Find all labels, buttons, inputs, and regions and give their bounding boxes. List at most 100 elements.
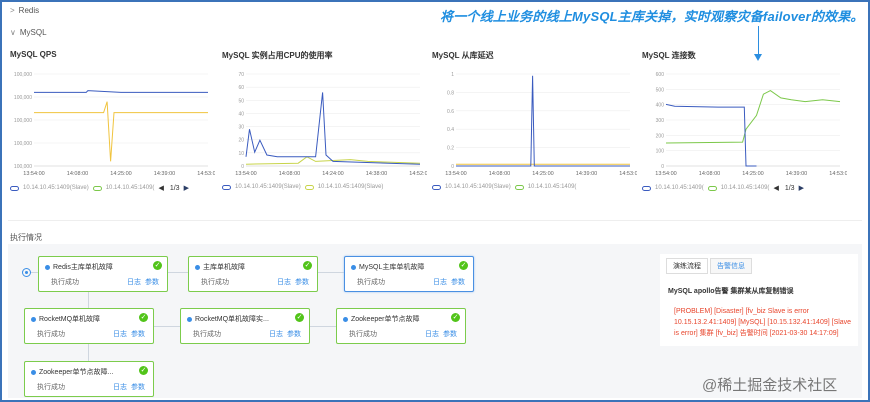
chevron-right-icon: > xyxy=(10,6,15,15)
chart-title: MySQL 实例占用CPU的使用率 xyxy=(222,51,333,60)
prev-page-icon[interactable]: ◀ xyxy=(773,184,778,192)
tab-drill-flow[interactable]: 演练流程 xyxy=(666,258,708,274)
node-title: RocketMQ单机故障实... xyxy=(187,314,269,324)
y-tick-label: 200 xyxy=(656,133,665,139)
tab-alert-info[interactable]: 告警信息 xyxy=(710,258,752,274)
legend-item[interactable]: 10.14.10.45:1409( xyxy=(721,185,770,191)
node-status: 执行成功 xyxy=(37,331,65,338)
node-param-link[interactable]: 参数 xyxy=(443,329,457,339)
node-title: Zookeeper单节点故障... xyxy=(31,367,113,377)
x-tick-label: 14:38:00 xyxy=(366,171,387,177)
legend-pager: 1/3 xyxy=(169,184,180,192)
chart-conn-plot: 600 500 400 300 200 100 013:54:00 14:08:00 14:25… xyxy=(655,72,847,177)
flow-node-zookeeper[interactable]: Zookeeper单节点故障 ✓ 执行成功 日志 参数 xyxy=(336,308,466,344)
chart-legend: 10.14.10.45:1409(Slave) 10.14.10.45:1409… xyxy=(222,184,383,190)
node-status: 执行成功 xyxy=(349,331,377,338)
x-tick-label: 14:53:00 xyxy=(197,171,215,177)
y-tick-label: 0 xyxy=(451,164,454,170)
redis-section-header[interactable]: > Redis xyxy=(10,6,39,15)
y-tick-label: 0.8 xyxy=(447,90,454,96)
legend-marker xyxy=(707,185,717,191)
node-param-link[interactable]: 参数 xyxy=(295,277,309,287)
node-log-link[interactable]: 日志 xyxy=(433,277,447,287)
node-name: Redis主库单机故障 xyxy=(53,264,113,271)
chart-qps-plot: 100,000100,000100,000100,000100,00013:54… xyxy=(14,72,215,177)
flow-node-zookeeper-2[interactable]: Zookeeper单节点故障... ✓ 执行成功 日志 参数 xyxy=(24,361,154,397)
node-log-link[interactable]: 日志 xyxy=(127,277,141,287)
legend-marker xyxy=(222,184,231,190)
node-dot-icon xyxy=(45,264,50,270)
y-tick-label: 1 xyxy=(451,72,454,78)
check-circle-icon: ✓ xyxy=(153,261,162,270)
x-tick-label: 13:54:00 xyxy=(655,171,676,177)
flow-node-primary[interactable]: 主库单机故障 ✓ 执行成功 日志 参数 xyxy=(188,256,318,292)
node-name: RocketMQ单机故障实... xyxy=(195,316,269,323)
x-tick-label: 14:52:00 xyxy=(409,171,427,177)
legend-marker xyxy=(304,184,314,190)
flow-connector xyxy=(88,343,89,361)
legend-item[interactable]: 10.14.10.45:1409(Slave) xyxy=(318,184,384,190)
node-param-link[interactable]: 参数 xyxy=(451,277,465,287)
chart-legend: 10.14.10.45:1409(Slave) 10.14.10.45:1409… xyxy=(10,184,189,192)
next-page-icon[interactable]: ▶ xyxy=(799,184,804,192)
annotation-text: 将一个线上业务的线上MySQL主库关掉，实时观察灾备failover的效果。 xyxy=(440,9,864,24)
flow-node-mysql[interactable]: MySQL主库单机故障 ✓ 执行成功 日志 参数 xyxy=(344,256,474,292)
node-param-link[interactable]: 参数 xyxy=(145,277,159,287)
legend-marker xyxy=(92,185,102,191)
legend-marker xyxy=(642,185,651,191)
node-title: Zookeeper单节点故障 xyxy=(343,314,419,324)
check-circle-icon: ✓ xyxy=(451,313,460,322)
x-tick-label: 14:25:00 xyxy=(532,171,553,177)
node-title: MySQL主库单机故障 xyxy=(351,262,424,272)
flow-node-rocketmq-2[interactable]: RocketMQ单机故障实... ✓ 执行成功 日志 参数 xyxy=(180,308,310,344)
node-name: RocketMQ单机故障 xyxy=(39,316,101,323)
mysql-section-label: MySQL xyxy=(19,28,47,37)
node-status: 执行成功 xyxy=(37,384,65,391)
legend-item[interactable]: 10.14.10.45:1409(Slave) xyxy=(23,185,89,191)
flow-node-redis[interactable]: Redis主库单机故障 ✓ 执行成功 日志 参数 xyxy=(38,256,168,292)
node-status: 执行成功 xyxy=(357,279,385,286)
node-log-link[interactable]: 日志 xyxy=(277,277,291,287)
alert-message: [PROBLEM] [Disaster] [fv_biz Slave is er… xyxy=(674,308,852,337)
chart-legend: 10.14.10.45:1409( 10.14.10.45:1409( ◀ 1/… xyxy=(642,184,804,192)
y-tick-label: 100,000 xyxy=(14,141,32,147)
chart-title: MySQL 从库延迟 xyxy=(432,51,494,60)
legend-item[interactable]: 10.14.10.45:1409(Slave) xyxy=(235,184,301,190)
node-param-link[interactable]: 参数 xyxy=(287,329,301,339)
y-tick-label: 600 xyxy=(656,72,665,78)
legend-item[interactable]: 10.14.10.45:1409( xyxy=(106,185,155,191)
x-tick-label: 14:25:00 xyxy=(742,171,763,177)
redis-section-label: Redis xyxy=(18,6,40,15)
legend-item[interactable]: 10.14.10.45:1409(Slave) xyxy=(445,184,511,190)
y-tick-label: 0.4 xyxy=(447,127,454,133)
x-tick-label: 14:53:00 xyxy=(619,171,637,177)
y-tick-label: 10 xyxy=(238,151,244,157)
check-circle-icon: ✓ xyxy=(459,261,468,270)
node-name: Zookeeper单节点故障... xyxy=(39,369,114,376)
chart-cpu-plot: 70 60 50 40 30 20 10 013:54:00 14:08:00 14:24:00 1… xyxy=(235,72,427,177)
y-tick-label: 70 xyxy=(238,72,244,78)
mysql-section-header[interactable]: ∨ MySQL xyxy=(10,28,47,37)
node-log-link[interactable]: 日志 xyxy=(425,329,439,339)
legend-item[interactable]: 10.14.10.45:1409( xyxy=(655,185,704,191)
series-line xyxy=(456,75,630,167)
node-log-link[interactable]: 日志 xyxy=(113,329,127,339)
prev-page-icon[interactable]: ◀ xyxy=(158,184,163,192)
flow-connector xyxy=(30,272,38,273)
y-tick-label: 100,000 xyxy=(14,164,32,170)
series-line xyxy=(34,90,208,93)
node-log-link[interactable]: 日志 xyxy=(269,329,283,339)
next-page-icon[interactable]: ▶ xyxy=(184,184,189,192)
y-tick-label: 30 xyxy=(238,125,244,131)
node-param-link[interactable]: 参数 xyxy=(131,382,145,392)
node-log-link[interactable]: 日志 xyxy=(113,382,127,392)
y-tick-label: 0.6 xyxy=(447,109,454,115)
node-title: Redis主库单机故障 xyxy=(45,262,113,272)
node-name: MySQL主库单机故障 xyxy=(359,264,425,271)
check-circle-icon: ✓ xyxy=(139,313,148,322)
flow-node-rocketmq[interactable]: RocketMQ单机故障 ✓ 执行成功 日志 参数 xyxy=(24,308,154,344)
node-param-link[interactable]: 参数 xyxy=(131,329,145,339)
chart-title: MySQL 连接数 xyxy=(642,51,696,60)
legend-item[interactable]: 10.14.10.45:1409( xyxy=(528,184,577,190)
y-tick-label: 500 xyxy=(656,87,665,93)
